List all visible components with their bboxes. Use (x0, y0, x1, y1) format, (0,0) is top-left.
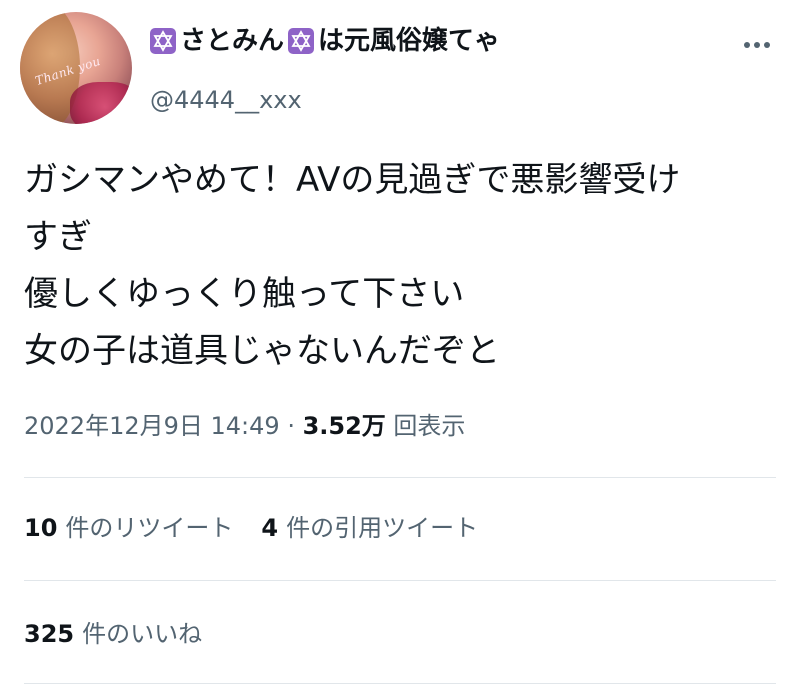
tweet-text: ガシマンやめて！AVの見過ぎで悪影響受け すぎ 優しくゆっくり触って下さい 女の… (24, 160, 681, 371)
user-handle[interactable]: @4444__xxx (150, 88, 302, 112)
display-name-part1: さとみん (180, 26, 285, 56)
star-of-david-icon (150, 28, 176, 54)
quotes-stat[interactable]: 4 件の引用ツイート (261, 514, 478, 542)
avatar[interactable]: Thank you (20, 12, 132, 124)
quotes-label: 件の引用ツイート (286, 514, 479, 542)
tweet-meta: 2022年12月9日 14:49 · 3.52万 回表示 (24, 414, 465, 438)
display-name-part2: は元風俗嬢てゃ (318, 26, 501, 56)
retweets-count: 10 (24, 514, 58, 542)
meta-separator: · (279, 412, 303, 440)
dot (754, 42, 760, 48)
views-label: 回表示 (385, 412, 466, 440)
display-name[interactable]: さとみん は元風俗嬢てゃ (150, 28, 500, 54)
retweets-label: 件のリツイート (65, 514, 234, 542)
retweet-quote-stats: 10 件のリツイート 4 件の引用ツイート (24, 516, 478, 540)
divider (24, 477, 776, 478)
avatar-lace (70, 82, 132, 124)
likes-stat[interactable]: 325 件のいいね (24, 622, 202, 646)
likes-count: 325 (24, 620, 75, 648)
divider (24, 580, 776, 581)
views-count: 3.52万 (302, 412, 386, 440)
dot (744, 42, 750, 48)
retweets-stat[interactable]: 10 件のリツイート (24, 514, 233, 542)
timestamp[interactable]: 2022年12月9日 14:49 (24, 412, 280, 440)
likes-label: 件のいいね (82, 620, 203, 648)
quotes-count: 4 (261, 514, 279, 542)
star-of-david-icon (288, 28, 315, 54)
divider (24, 683, 776, 684)
dot (764, 42, 770, 48)
more-options-icon[interactable] (744, 42, 770, 48)
